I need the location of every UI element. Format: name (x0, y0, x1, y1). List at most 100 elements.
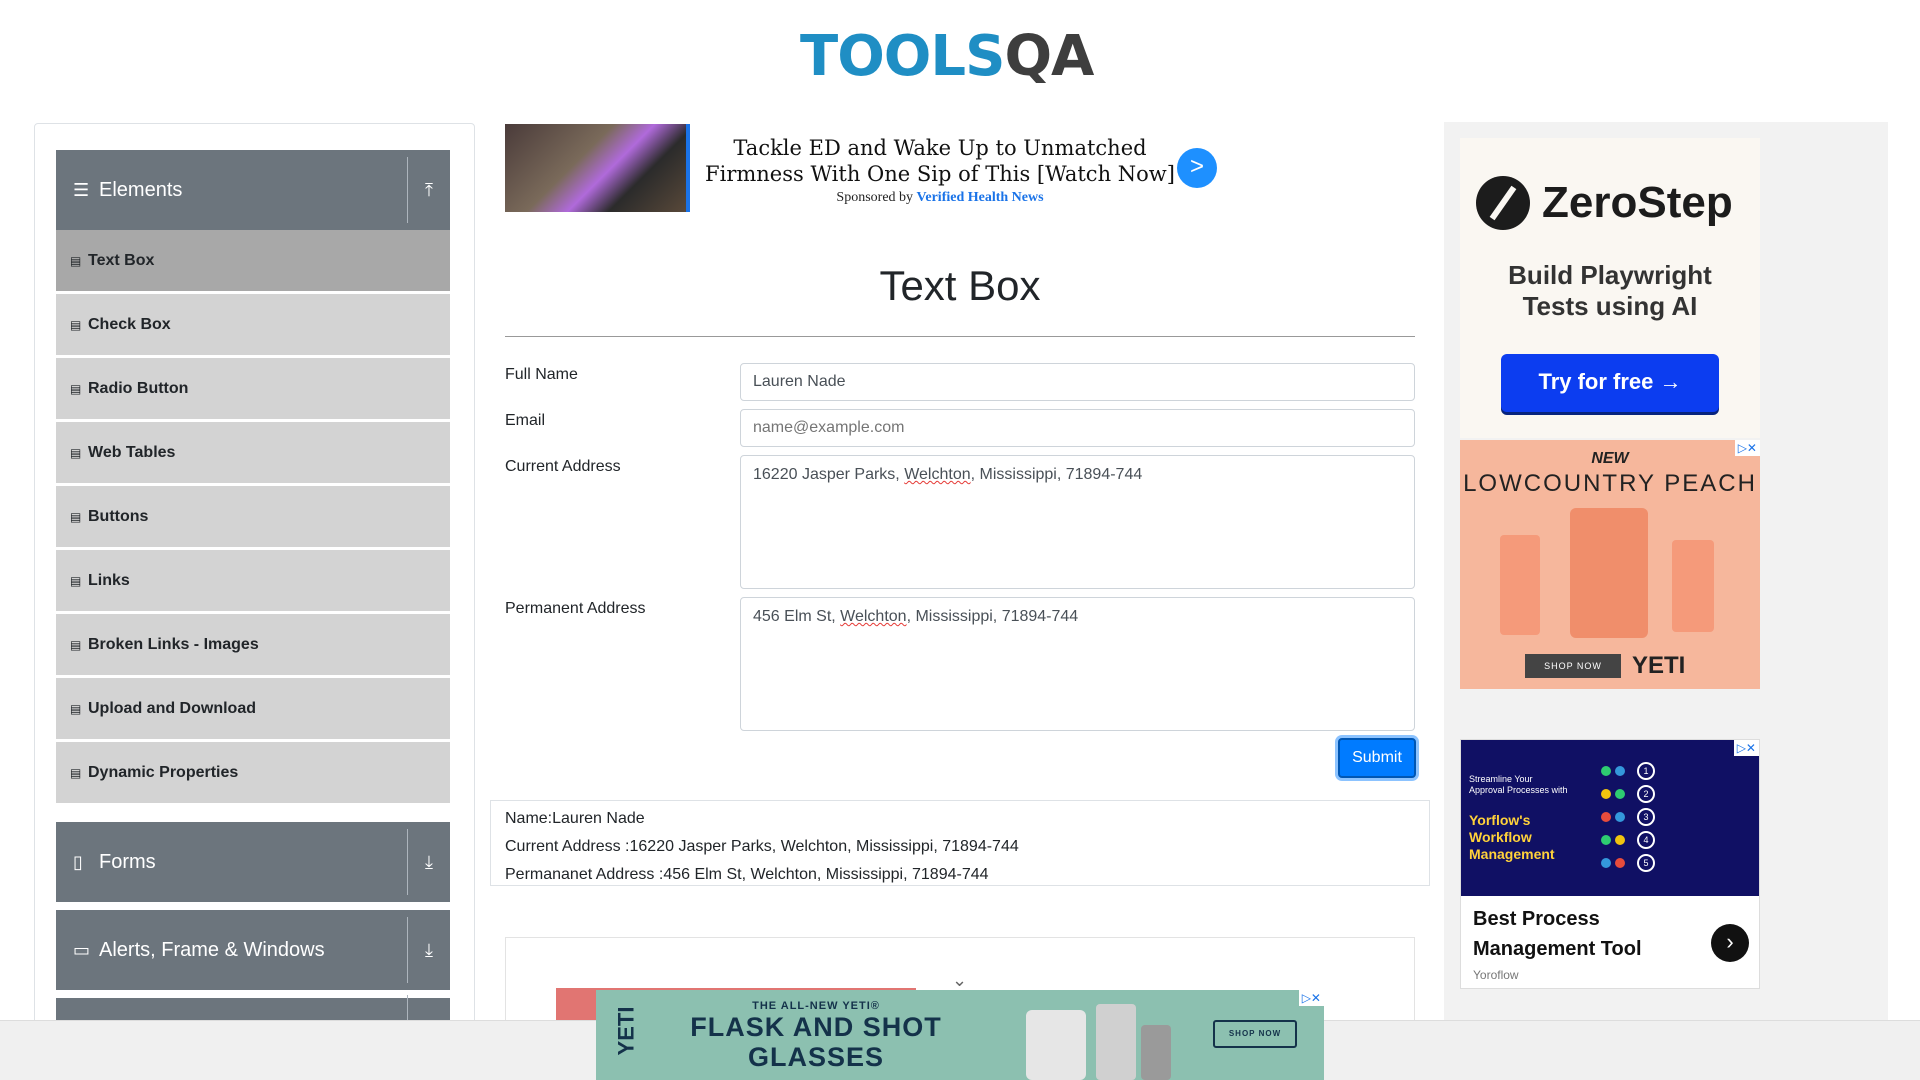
menu-item-label: Dynamic Properties (88, 763, 239, 781)
group-header-forms[interactable]: ▯ Forms ⤓ (56, 822, 450, 902)
page: TOOLSQA ☰ Elements ⤒ ▤ Text Box ▤ Check … (0, 0, 1920, 1080)
item-icon: ▤ (70, 701, 82, 716)
ad-next-button[interactable]: > (1177, 148, 1217, 188)
menu-item-label: Upload and Download (88, 699, 256, 717)
menu-item-text-box[interactable]: ▤ Text Box (56, 230, 450, 291)
email-input[interactable]: name@example.com (740, 409, 1415, 447)
group-title: Forms (99, 850, 156, 873)
full-name-input[interactable]: Lauren Nade (740, 363, 1415, 401)
status-dot (1615, 858, 1625, 868)
step-number: 5 (1637, 854, 1655, 872)
ad-source: Yoroflow (1473, 968, 1519, 982)
shop-now-button[interactable]: SHOP NOW (1213, 1020, 1297, 1048)
menu-item-label: Check Box (88, 315, 171, 333)
misspelled-word: Welchton (840, 608, 907, 625)
submit-button[interactable]: Submit (1338, 738, 1416, 778)
chevron-right-icon[interactable]: › (1711, 924, 1749, 962)
item-icon: ▤ (70, 317, 82, 332)
step-row: 1 (1601, 762, 1751, 780)
banner-title-line: Workflow (1469, 829, 1532, 845)
ad-choices-icon[interactable]: ▷✕ (1298, 990, 1324, 1006)
group-title: Elements (99, 178, 183, 201)
step-row: 4 (1601, 831, 1751, 849)
menu-item-check-box[interactable]: ▤ Check Box (56, 294, 450, 355)
product-image (1570, 508, 1648, 638)
logo-primary: TOOLS (800, 24, 1005, 89)
headline-line: GLASSES (747, 1042, 885, 1072)
status-dot (1601, 789, 1611, 799)
menu-item-links[interactable]: ▤ Links (56, 550, 450, 611)
menu-item-radio-button[interactable]: ▤ Radio Button (56, 358, 450, 419)
download-arrow-icon: ⤓ (425, 939, 433, 960)
zerostep-ad[interactable]: ZeroStep Build Playwright Tests using AI… (1460, 138, 1760, 438)
headline-line: FLASK AND SHOT (690, 1012, 942, 1042)
output-permanent-address: Permananet Address :456 Elm St, Welchton… (505, 866, 989, 883)
upload-arrow-icon: ⤒ (425, 179, 433, 200)
product-image (1141, 1025, 1171, 1080)
permanent-address-label: Permanent Address (505, 600, 646, 617)
ad-kicker: THE ALL-NEW YETI® (752, 1000, 880, 1012)
yeti-peach-ad[interactable]: NEW LOWCOUNTRY PEACH SHOP NOW YETI ▷✕ (1460, 440, 1760, 689)
item-icon: ▤ (70, 253, 82, 268)
hamburger-icon: ☰ (73, 179, 90, 200)
yeti-brand: YETI (613, 1006, 639, 1056)
toolsqa-logo[interactable]: TOOLSQA (800, 14, 1125, 92)
ad-sponsor: Sponsored by Verified Health News (695, 190, 1185, 206)
menu-item-label: Text Box (88, 251, 155, 269)
window-icon: ▭ (73, 939, 91, 960)
group-header-alerts[interactable]: ▭ Alerts, Frame & Windows ⤓ (56, 910, 450, 990)
item-icon: ▤ (70, 765, 82, 780)
step-number: 4 (1637, 831, 1655, 849)
full-name-label: Full Name (505, 366, 578, 383)
menu-item-label: Broken Links - Images (88, 635, 259, 653)
status-dot (1615, 812, 1625, 822)
workflow-steps-graphic: 1 2 3 4 5 (1601, 762, 1751, 877)
ad-choices-icon[interactable]: ▷✕ (1734, 440, 1760, 456)
yeti-new-label: NEW (1591, 450, 1629, 467)
status-dot (1615, 835, 1625, 845)
top-ad[interactable]: Tackle ED and Wake Up to Unmatched Firmn… (505, 124, 1219, 212)
menu-item-label: Links (88, 571, 130, 589)
sponsor-prefix: Sponsored by (836, 190, 914, 205)
ad-headline[interactable]: Tackle ED and Wake Up to Unmatched Firmn… (695, 135, 1185, 187)
sticky-yeti-ad[interactable]: YETI THE ALL-NEW YETI® FLASK AND SHOT GL… (596, 990, 1324, 1080)
permanent-address-textarea[interactable]: 456 Elm St, Welchton, Mississippi, 71894… (740, 597, 1415, 731)
menu-item-label: Buttons (88, 507, 149, 525)
menu-item-dynamic-properties[interactable]: ▤ Dynamic Properties (56, 742, 450, 803)
title-line: Management Tool (1473, 938, 1642, 960)
tagline-line: Tests using AI (1522, 291, 1698, 321)
product-image (1500, 535, 1540, 635)
yeti-brand: YETI (1632, 652, 1686, 679)
sponsor-name[interactable]: Verified Health News (917, 190, 1044, 205)
ad-choices-icon[interactable]: ▷✕ (1733, 740, 1759, 756)
yeti-headline: LOWCOUNTRY PEACH (1463, 470, 1757, 497)
output-box: Name:Lauren Nade Current Address :16220 … (490, 800, 1430, 886)
status-dot (1601, 766, 1611, 776)
logo-secondary: QA (1004, 24, 1094, 89)
step-number: 2 (1637, 785, 1655, 803)
shop-now-button[interactable]: SHOP NOW (1525, 654, 1621, 678)
menu-item-buttons[interactable]: ▤ Buttons (56, 486, 450, 547)
try-for-free-button[interactable]: Try for free → (1501, 354, 1719, 412)
logo-text: TOOLSQA (800, 24, 1094, 89)
current-address-label: Current Address (505, 458, 621, 475)
zerostep-brand: ZeroStep (1542, 178, 1733, 227)
item-icon: ▤ (70, 509, 82, 524)
menu-item-web-tables[interactable]: ▤ Web Tables (56, 422, 450, 483)
group-header-elements[interactable]: ☰ Elements ⤒ (56, 150, 450, 230)
menu-item-broken-links[interactable]: ▤ Broken Links - Images (56, 614, 450, 675)
group-title: Alerts, Frame & Windows (99, 938, 325, 961)
zerostep-tagline: Build Playwright Tests using AI (1460, 260, 1760, 322)
workflow-ad[interactable]: Streamline Your Approval Processes with … (1460, 739, 1760, 989)
chevron-down-icon[interactable]: ⌄ (952, 970, 967, 991)
tagline-line: Build Playwright (1508, 260, 1712, 290)
current-address-textarea[interactable]: 16220 Jasper Parks, Welchton, Mississipp… (740, 455, 1415, 589)
output-name: Name:Lauren Nade (505, 810, 645, 827)
menu-item-upload-download[interactable]: ▤ Upload and Download (56, 678, 450, 739)
title-line: Best Process (1473, 908, 1600, 930)
item-icon: ▤ (70, 573, 82, 588)
status-dot (1601, 858, 1611, 868)
zerostep-logo-icon (1476, 176, 1530, 230)
text-segment: , Mississippi, 71894-744 (970, 466, 1143, 483)
banner-line: Approval Processes with (1469, 785, 1568, 795)
